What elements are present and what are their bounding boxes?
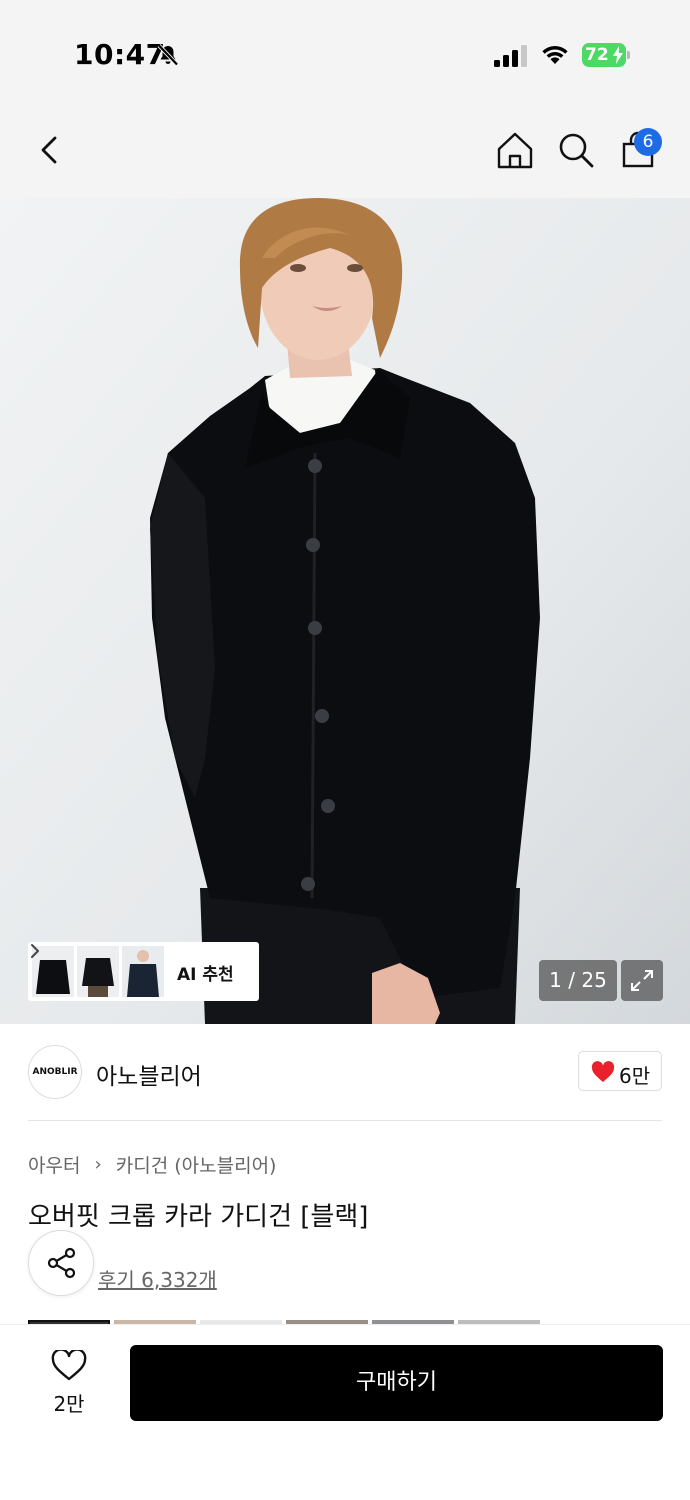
divider bbox=[28, 1120, 662, 1121]
brand-logo[interactable]: ANOBLIR bbox=[28, 1045, 82, 1099]
image-page-counter: 1 / 25 bbox=[539, 960, 617, 1001]
heart-filled-icon bbox=[591, 1061, 615, 1082]
wishlist-count: 2만 bbox=[53, 1392, 85, 1416]
buy-button[interactable]: 구매하기 bbox=[130, 1345, 663, 1421]
top-nav bbox=[0, 100, 690, 198]
product-title: 오버핏 크롭 카라 가디건 [블랙] bbox=[28, 1202, 369, 1232]
cellular-signal-icon bbox=[494, 45, 527, 67]
wifi-icon bbox=[542, 46, 568, 64]
status-time: 10:47 bbox=[74, 38, 166, 71]
wishlist-button[interactable]: 2만 bbox=[40, 1346, 98, 1418]
brand-like-count: 6만 bbox=[619, 1064, 651, 1088]
ai-thumb-3[interactable] bbox=[122, 946, 164, 997]
product-image[interactable]: AI 추천 1 / 25 bbox=[0, 198, 690, 1024]
share-button[interactable] bbox=[28, 1230, 94, 1296]
breadcrumb: 아우터 › 카디건 (아노블리어) bbox=[28, 1151, 276, 1178]
brand-like-button[interactable]: 6만 bbox=[578, 1051, 662, 1091]
battery-level: 72 bbox=[585, 45, 609, 65]
share-icon bbox=[47, 1247, 76, 1279]
ai-recommend-label: AI 추천 bbox=[177, 965, 234, 985]
model-photo bbox=[0, 198, 690, 1024]
charging-bolt-icon bbox=[613, 46, 623, 64]
expand-icon bbox=[631, 970, 653, 991]
back-arrow-icon[interactable] bbox=[30, 130, 70, 170]
status-bar: 10:47 72 bbox=[0, 0, 690, 100]
bell-off-icon bbox=[157, 44, 179, 66]
chevron-right-icon bbox=[31, 944, 39, 958]
review-count-link[interactable]: 후기 6,332개 bbox=[98, 1264, 217, 1293]
cart-count-badge: 6 bbox=[634, 128, 662, 156]
ai-recommend-chip[interactable]: AI 추천 bbox=[28, 942, 259, 1001]
battery-indicator: 72 bbox=[582, 43, 630, 67]
expand-button[interactable] bbox=[621, 960, 663, 1001]
breadcrumb-item-cardigan[interactable]: 카디건 (아노블리어) bbox=[116, 1151, 277, 1178]
brand-name[interactable]: 아노블리어 bbox=[96, 1057, 202, 1091]
heart-outline-icon bbox=[51, 1350, 87, 1381]
ai-thumb-2[interactable] bbox=[77, 946, 119, 997]
chevron-right-icon: › bbox=[94, 1154, 102, 1175]
home-icon[interactable] bbox=[495, 130, 535, 170]
breadcrumb-item-outer[interactable]: 아우터 bbox=[28, 1151, 80, 1178]
search-icon[interactable] bbox=[556, 130, 596, 170]
